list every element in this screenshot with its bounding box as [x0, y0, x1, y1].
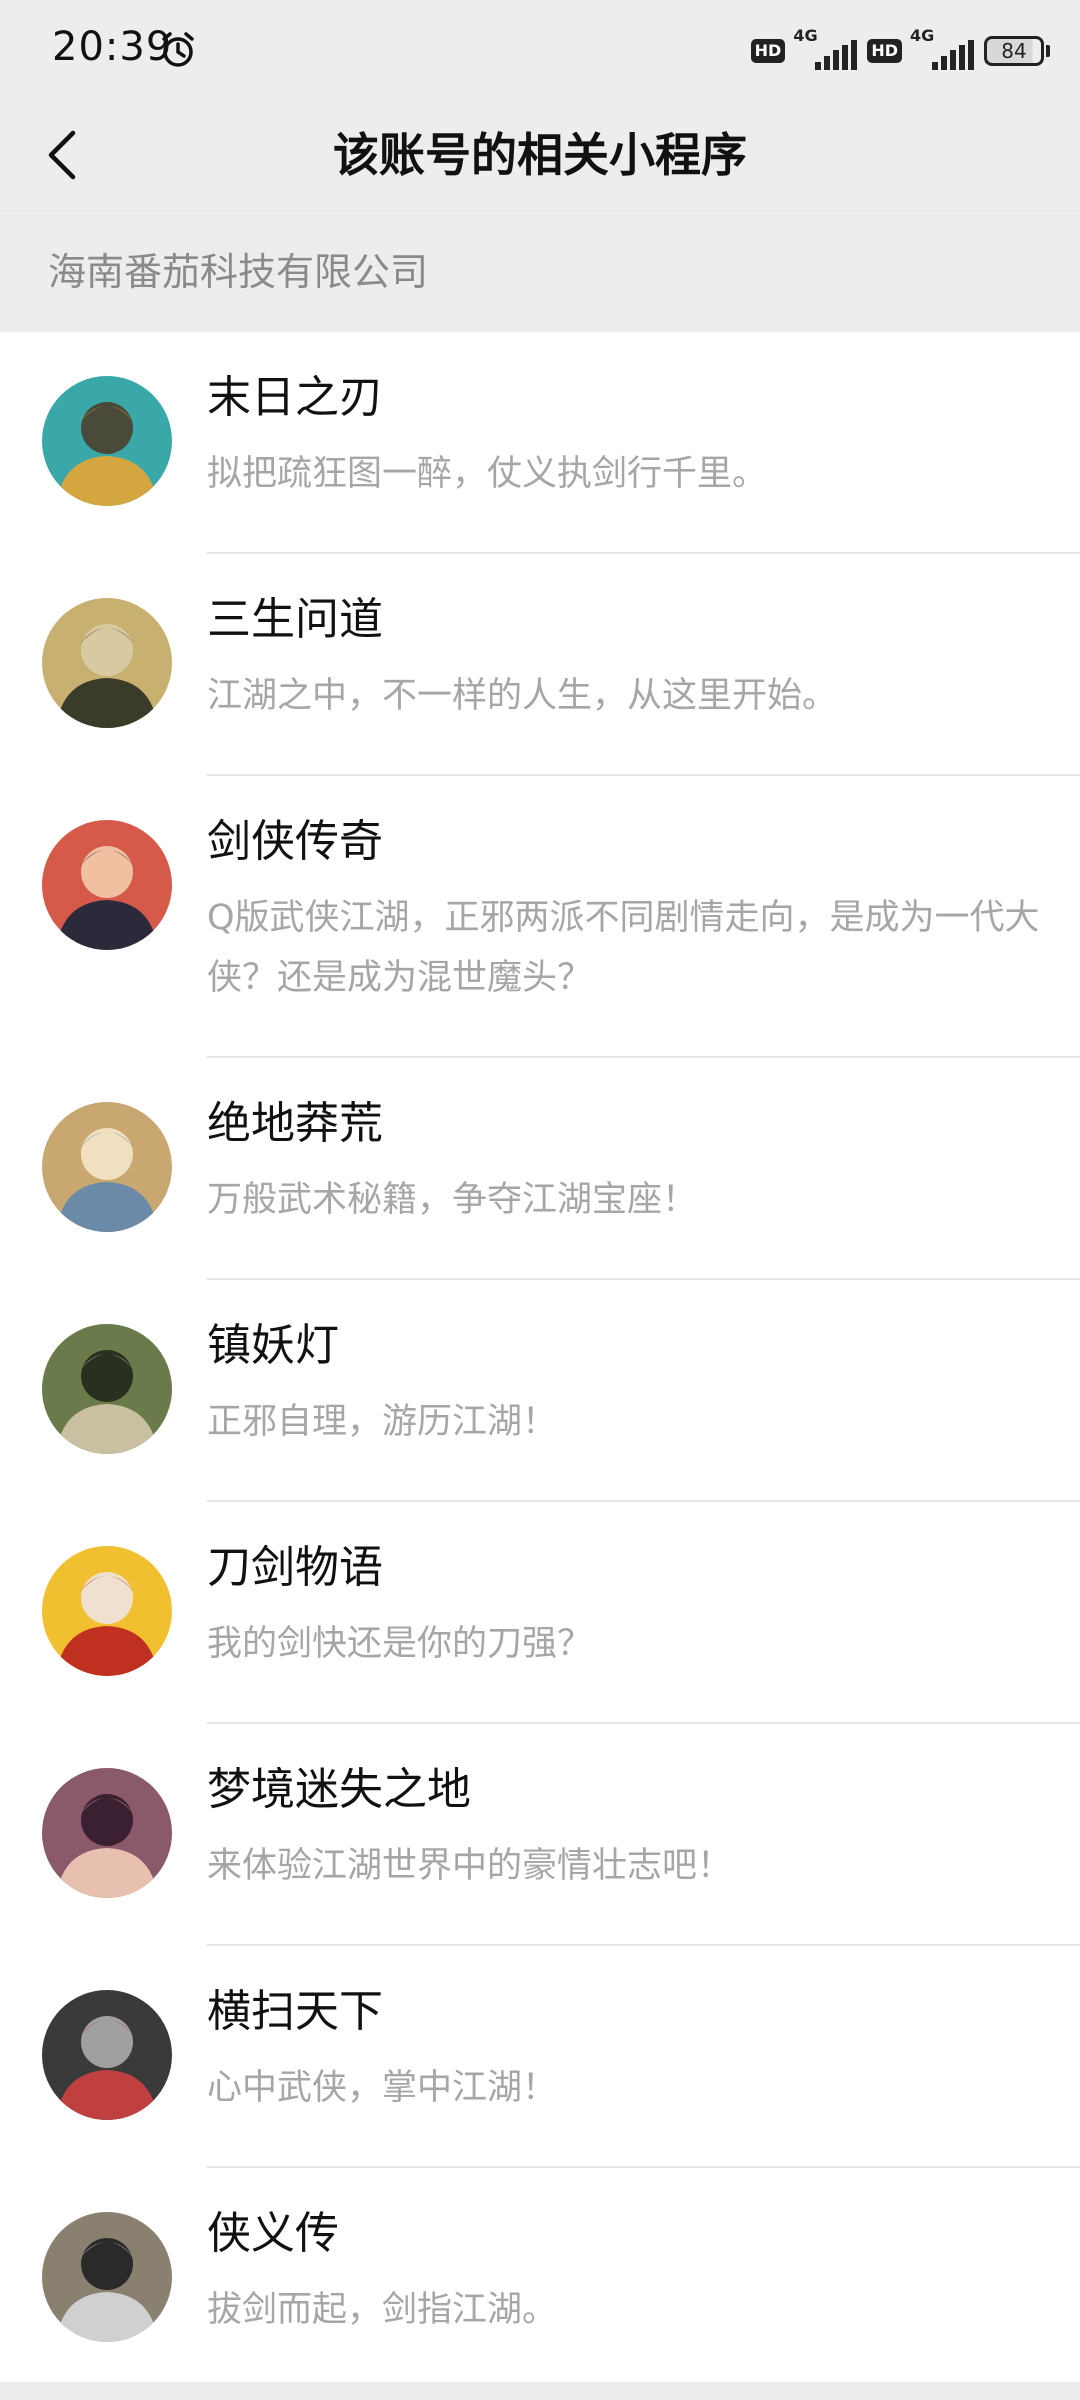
battery-level: 84	[984, 36, 1044, 66]
app-avatar	[42, 820, 172, 950]
item-description: 万般武术秘籍，争夺江湖宝座！	[207, 1180, 698, 1220]
app-avatar	[42, 1768, 172, 1898]
bottom-spacer	[0, 2382, 1080, 2400]
item-description: 江湖之中，不一样的人生，从这里开始。	[207, 676, 838, 716]
item-text: 侠义传拔剑而起，剑指江湖。	[207, 2206, 1040, 2340]
item-description: 拔剑而起，剑指江湖。	[207, 2290, 558, 2330]
navigation-bar: 该账号的相关小程序	[0, 100, 1080, 210]
page-title: 该账号的相关小程序	[333, 128, 747, 182]
signal-strength-icon-2	[932, 40, 974, 70]
item-description: 正邪自理，游历江湖！	[207, 1402, 558, 1442]
app-avatar	[42, 1102, 172, 1232]
item-name: 剑侠传奇	[207, 816, 383, 867]
item-text: 三生问道江湖之中，不一样的人生，从这里开始。	[207, 592, 1040, 726]
section-header: 海南番茄科技有限公司	[0, 210, 1080, 332]
list-item[interactable]: 剑侠传奇 Q版武侠江湖，正邪两派不同剧情走向，是成为一代大侠？还是成为混世魔头？	[0, 776, 1080, 1058]
item-name: 侠义传	[207, 2208, 339, 2259]
item-text: 绝地莽荒万般武术秘籍，争夺江湖宝座！	[207, 1096, 1040, 1230]
item-text: 横扫天下心中武侠，掌中江湖！	[207, 1984, 1040, 2118]
item-text: 梦境迷失之地来体验江湖世界中的豪情壮志吧！	[207, 1762, 1040, 1896]
app-avatar	[42, 376, 172, 506]
item-name: 梦境迷失之地	[207, 1764, 471, 1815]
network-type-label: 4G	[793, 26, 818, 45]
list-item[interactable]: 绝地莽荒万般武术秘籍，争夺江湖宝座！	[0, 1058, 1080, 1280]
list-item[interactable]: 侠义传拔剑而起，剑指江湖。	[0, 2168, 1080, 2390]
back-button[interactable]	[30, 122, 96, 188]
app-avatar	[42, 1324, 172, 1454]
list-item[interactable]: 横扫天下心中武侠，掌中江湖！	[0, 1946, 1080, 2168]
status-time: 20:39	[52, 24, 173, 70]
item-name: 刀剑物语	[207, 1542, 383, 1593]
network-type-label-2: 4G	[910, 26, 935, 45]
item-text: 镇妖灯正邪自理，游历江湖！	[207, 1318, 1040, 1452]
hd-badge: HD	[750, 39, 786, 63]
item-name: 镇妖灯	[207, 1320, 339, 1371]
app-avatar	[42, 598, 172, 728]
item-description: 我的剑快还是你的刀强？	[207, 1624, 593, 1664]
item-description: 来体验江湖世界中的豪情壮志吧！	[207, 1846, 733, 1886]
item-description: Q版武侠江湖，正邪两派不同剧情走向，是成为一代大侠？还是成为混世魔头？	[207, 898, 1040, 998]
list-item[interactable]: 刀剑物语我的剑快还是你的刀强？	[0, 1502, 1080, 1724]
item-name: 三生问道	[207, 594, 383, 645]
chevron-left-icon	[48, 130, 76, 180]
item-text: 剑侠传奇 Q版武侠江湖，正邪两派不同剧情走向，是成为一代大侠？还是成为混世魔头？	[207, 814, 1040, 1008]
item-description: 心中武侠，掌中江湖！	[207, 2068, 558, 2108]
battery-icon: 84	[984, 36, 1050, 66]
item-text: 刀剑物语我的剑快还是你的刀强？	[207, 1540, 1040, 1674]
status-bar: 20:39 HD 4G HD 4G 84	[0, 0, 1080, 100]
mini-program-list: 末日之刃拟把疏狂图一醉，仗义执剑行千里。三生问道江湖之中，不一样的人生，从这里开…	[0, 332, 1080, 2390]
item-description: 拟把疏狂图一醉，仗义执剑行千里。	[207, 454, 768, 494]
item-text: 末日之刃拟把疏狂图一醉，仗义执剑行千里。	[207, 370, 1040, 504]
company-name: 海南番茄科技有限公司	[48, 250, 429, 294]
hd-badge-2: HD	[867, 39, 902, 63]
list-item[interactable]: 梦境迷失之地来体验江湖世界中的豪情壮志吧！	[0, 1724, 1080, 1946]
app-avatar	[42, 1546, 172, 1676]
signal-strength-icon	[815, 40, 858, 70]
app-avatar	[42, 2212, 172, 2342]
item-name: 绝地莽荒	[207, 1098, 383, 1149]
signal-group-2: 4G	[910, 26, 976, 74]
item-name: 末日之刃	[207, 372, 383, 423]
app-avatar	[42, 1990, 172, 2120]
list-item[interactable]: 三生问道江湖之中，不一样的人生，从这里开始。	[0, 554, 1080, 776]
list-item[interactable]: 镇妖灯正邪自理，游历江湖！	[0, 1280, 1080, 1502]
signal-group-1: 4G	[793, 26, 859, 74]
item-name: 横扫天下	[207, 1986, 383, 2037]
status-indicators: HD 4G HD 4G 84	[750, 26, 1050, 74]
list-item[interactable]: 末日之刃拟把疏狂图一醉，仗义执剑行千里。	[0, 332, 1080, 554]
battery-tip	[1046, 45, 1050, 57]
alarm-clock-icon	[162, 32, 194, 67]
